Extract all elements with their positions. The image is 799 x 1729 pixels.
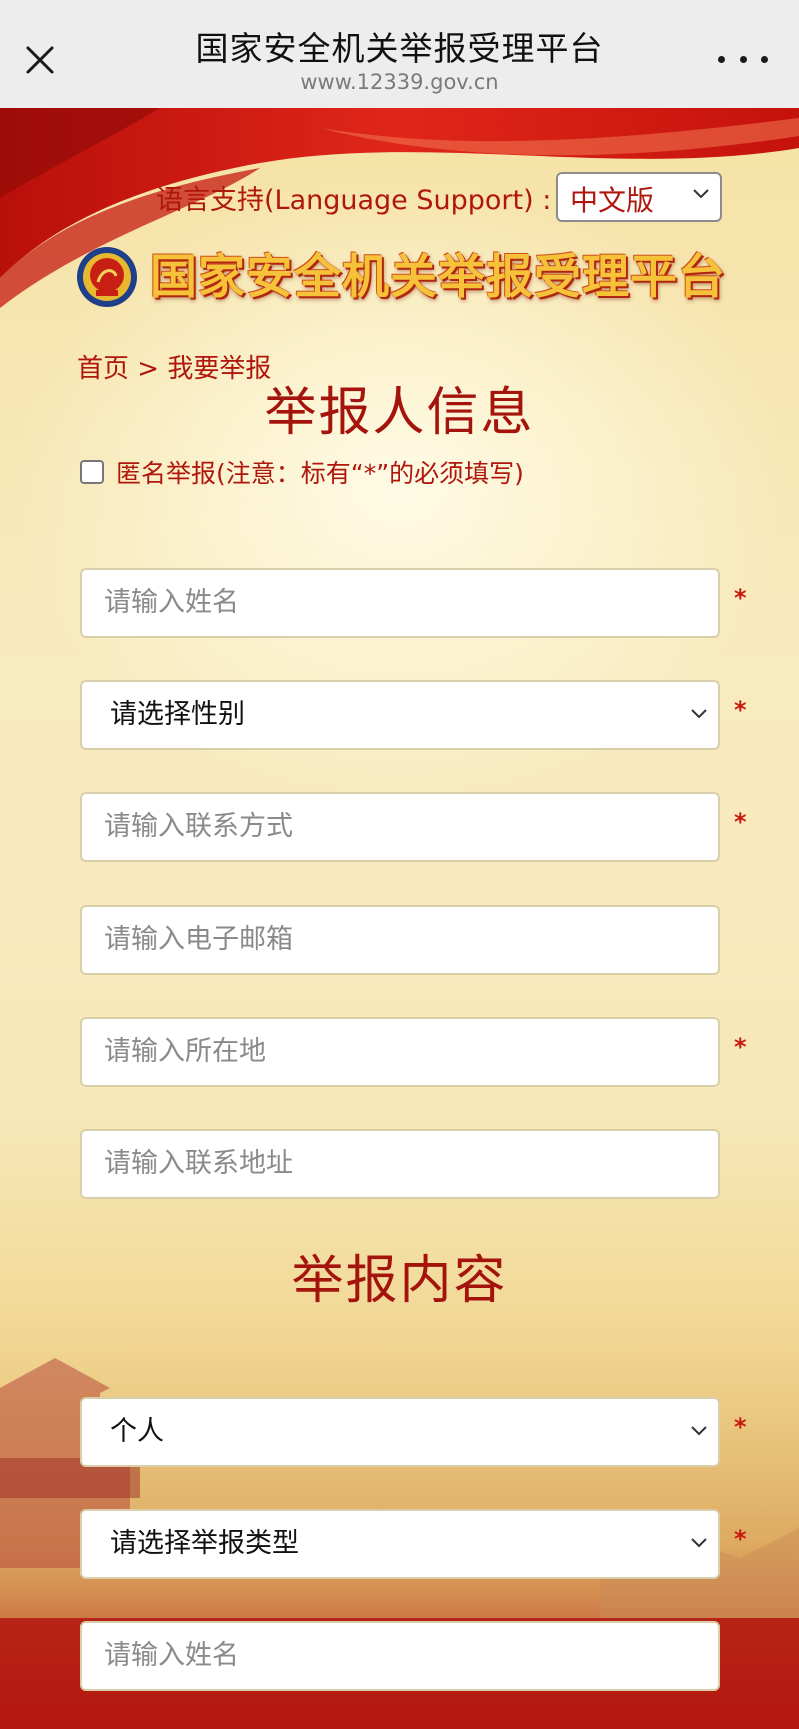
gender-select[interactable]: 请选择性别: [80, 680, 720, 750]
required-marker: *: [734, 1033, 747, 1061]
report-target-select[interactable]: 个人: [80, 1397, 720, 1467]
anonymous-report-label: 匿名举报(注意：标有“*”的必须填写): [116, 459, 524, 488]
contact-input[interactable]: 请输入联系方式: [80, 792, 720, 862]
more-dot-icon: [718, 55, 725, 63]
report-type-selected-value: 请选择举报类型: [110, 1528, 299, 1559]
platform-banner-title: 国家安全机关举报受理平台: [150, 250, 726, 305]
more-dot-icon: [761, 55, 768, 63]
language-support-label: 语言支持(Language Support) :: [156, 185, 552, 216]
chevron-down-icon: [691, 709, 707, 719]
report-content-heading: 举报内容: [291, 1251, 508, 1311]
required-marker: *: [734, 584, 747, 612]
anonymous-report-checkbox[interactable]: [80, 460, 104, 484]
report-type-select[interactable]: 请选择举报类型: [80, 1509, 720, 1579]
page-title: 国家安全机关举报受理平台: [195, 29, 604, 68]
required-marker: *: [734, 1525, 747, 1553]
reported-person-name-input[interactable]: 请输入姓名: [80, 1621, 720, 1691]
required-marker: *: [734, 1413, 747, 1441]
language-select[interactable]: 中文版: [556, 172, 722, 222]
email-input[interactable]: 请输入电子邮箱: [80, 905, 720, 975]
reporter-info-heading: 举报人信息: [264, 383, 535, 443]
national-security-emblem-icon: [77, 247, 137, 307]
language-selected-value: 中文版: [570, 184, 655, 217]
page-url: www.12339.gov.cn: [300, 70, 499, 94]
report-target-selected-value: 个人: [110, 1416, 164, 1447]
reporter-name-input[interactable]: 请输入姓名: [80, 568, 720, 638]
anonymous-report-row: 匿名举报(注意：标有“*”的必须填写): [80, 454, 524, 490]
report-form-page: 语言支持(Language Support) : 中文版 国家安全机关举报受理平…: [0, 108, 799, 1729]
address-input[interactable]: 请输入联系地址: [80, 1129, 720, 1199]
required-marker: *: [734, 808, 747, 836]
gender-selected-value: 请选择性别: [110, 699, 245, 730]
browser-top-bar: 国家安全机关举报受理平台 www.12339.gov.cn: [0, 0, 799, 108]
location-input[interactable]: 请输入所在地: [80, 1017, 720, 1087]
chevron-down-icon: [691, 1426, 707, 1436]
chevron-down-icon: [691, 1538, 707, 1548]
required-marker: *: [734, 696, 747, 724]
more-dot-icon: [739, 55, 747, 63]
more-options-button[interactable]: [718, 44, 768, 74]
chevron-down-icon: [693, 189, 709, 199]
